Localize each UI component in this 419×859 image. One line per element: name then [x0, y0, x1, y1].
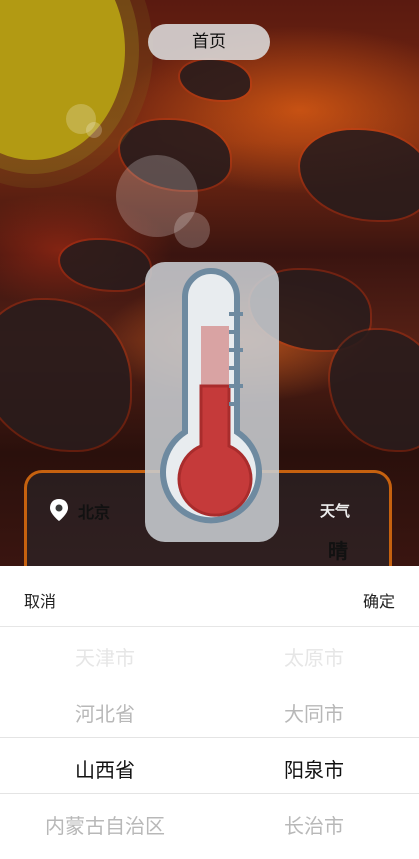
- picker-option-city-selected[interactable]: 阳泉市: [209, 754, 419, 783]
- picker-option-province[interactable]: 内蒙古自治区: [0, 810, 210, 839]
- picker-option-city[interactable]: 太原市: [209, 642, 419, 671]
- picker-option-province-selected[interactable]: 山西省: [0, 754, 210, 783]
- thermometer-card: [145, 262, 279, 542]
- picker-toolbar: 取消 确定: [0, 566, 419, 627]
- rock-decoration: [60, 240, 150, 290]
- confirm-button[interactable]: 确定: [363, 588, 395, 612]
- region-picker-sheet: 取消 确定 天津市 河北省 山西省 内蒙古自治区 太原市 大同市 阳泉市 长治市: [0, 566, 419, 859]
- weather-label: 天气: [320, 502, 351, 520]
- cancel-button[interactable]: 取消: [24, 588, 56, 612]
- picker-option-province[interactable]: 天津市: [0, 642, 210, 671]
- picker-option-province[interactable]: 河北省: [0, 698, 210, 727]
- weather-condition: 晴: [328, 539, 348, 563]
- city-column[interactable]: 太原市 大同市 阳泉市 长治市: [209, 626, 419, 859]
- map-pin-icon: [50, 499, 68, 521]
- rock-decoration: [300, 130, 419, 220]
- city-name[interactable]: 北京: [78, 499, 110, 523]
- rock-decoration: [180, 60, 250, 100]
- picker-option-city[interactable]: 长治市: [209, 810, 419, 839]
- bubble-decoration: [174, 212, 210, 248]
- sun-decoration: [0, 0, 125, 160]
- page-title: 首页: [148, 24, 270, 60]
- thermometer-icon: [160, 268, 262, 524]
- picker-option-city[interactable]: 大同市: [209, 698, 419, 727]
- rock-decoration: [330, 330, 419, 450]
- bubble-decoration: [86, 122, 102, 138]
- province-column[interactable]: 天津市 河北省 山西省 内蒙古自治区: [0, 626, 210, 859]
- rock-decoration: [0, 300, 130, 450]
